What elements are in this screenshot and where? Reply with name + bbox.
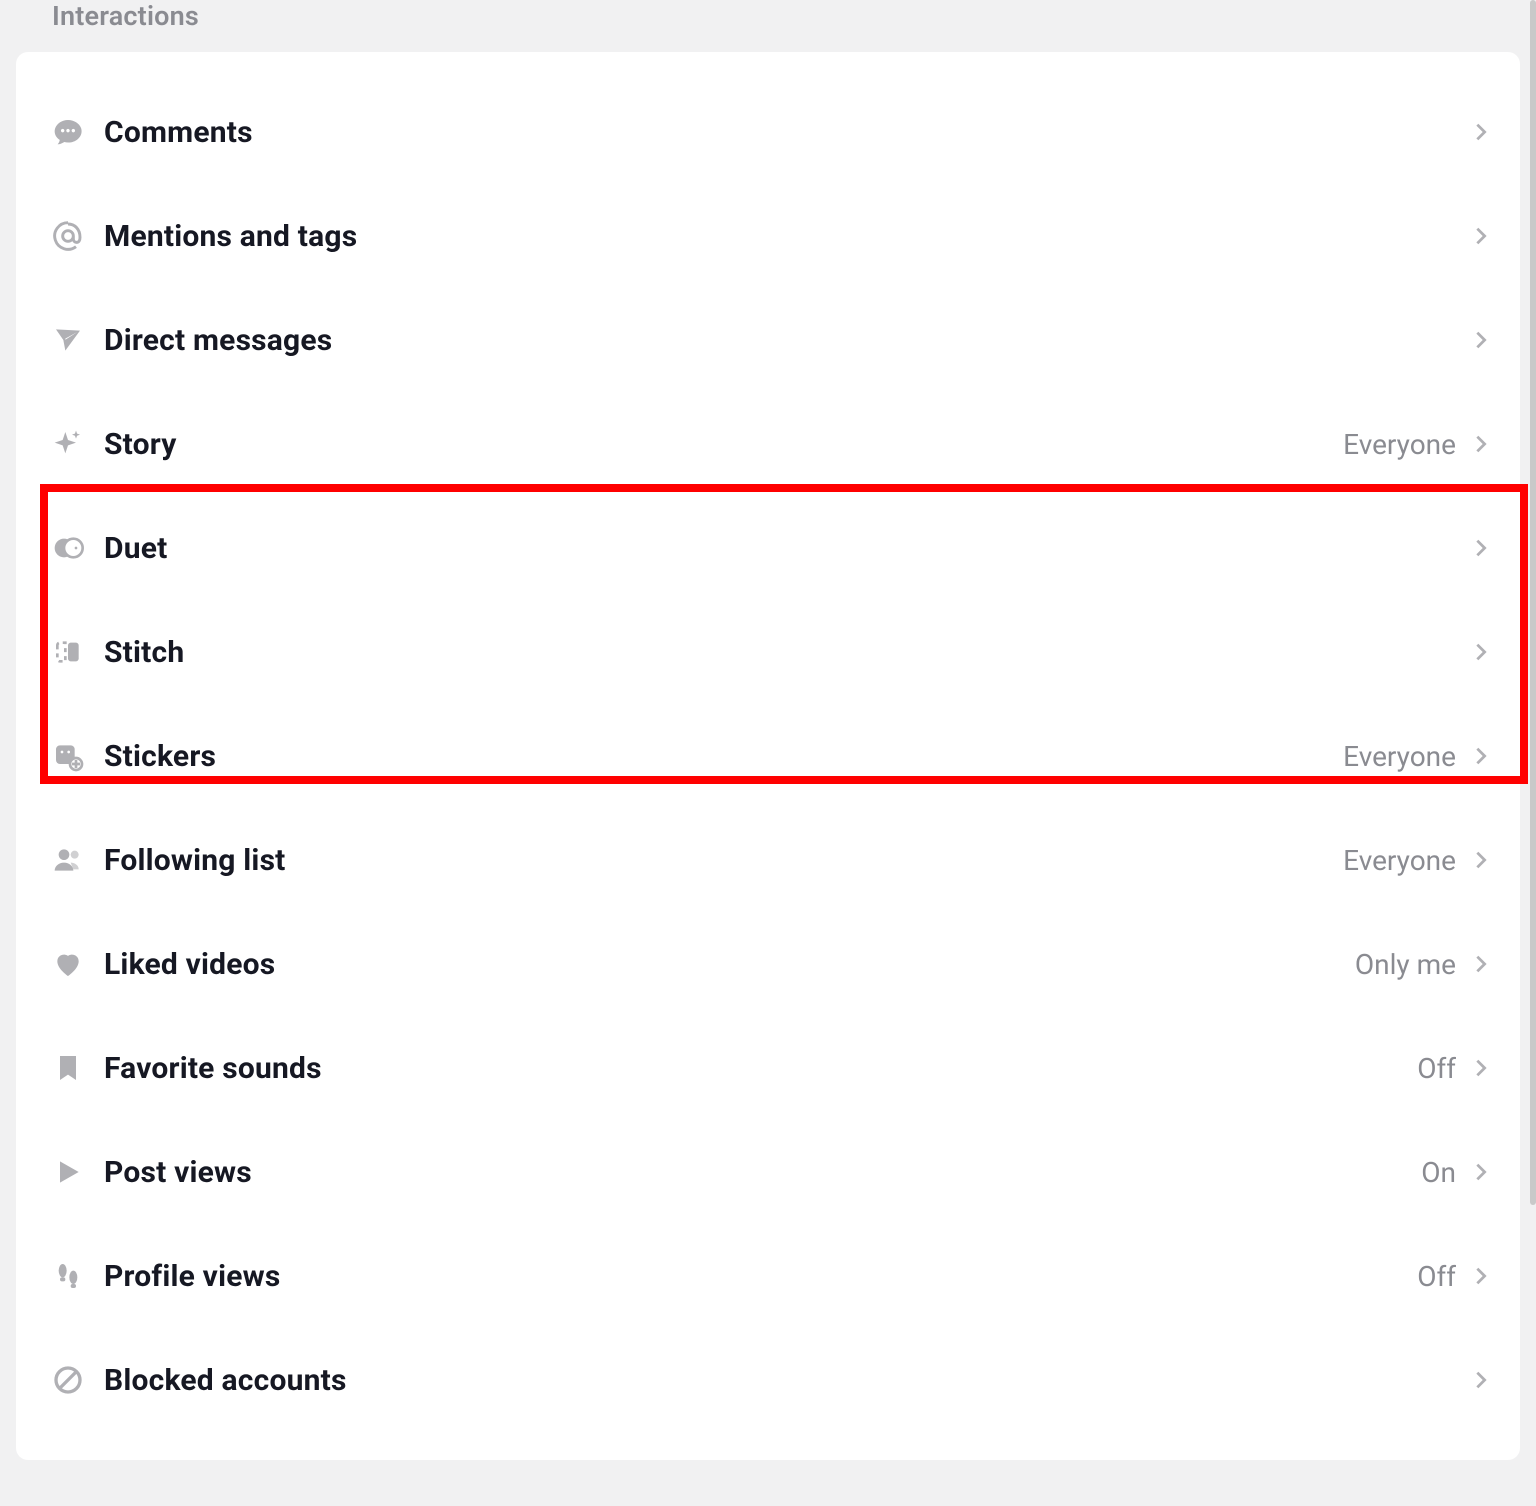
row-story[interactable]: Story Everyone — [16, 392, 1520, 496]
row-duet[interactable]: Duet — [16, 496, 1520, 600]
chevron-right-icon — [1470, 1265, 1492, 1287]
row-value: Everyone — [1343, 844, 1456, 877]
row-blocked-accounts[interactable]: Blocked accounts — [16, 1328, 1520, 1432]
row-direct-messages[interactable]: Direct messages — [16, 288, 1520, 392]
row-value: Off — [1417, 1052, 1456, 1085]
row-label: Mentions and tags — [104, 219, 1456, 254]
settings-panel: Comments Mentions and tags Direct messag… — [16, 52, 1520, 1460]
row-mentions[interactable]: Mentions and tags — [16, 184, 1520, 288]
chevron-right-icon — [1470, 641, 1492, 663]
row-label: Blocked accounts — [104, 1363, 1456, 1398]
section-header: Interactions — [0, 0, 1536, 52]
row-label: Liked videos — [104, 947, 1355, 982]
chevron-right-icon — [1470, 745, 1492, 767]
row-label: Comments — [104, 115, 1456, 150]
chevron-right-icon — [1470, 1369, 1492, 1391]
row-label: Post views — [104, 1155, 1421, 1190]
row-value: Only me — [1355, 948, 1456, 981]
row-liked-videos[interactable]: Liked videos Only me — [16, 912, 1520, 1016]
chevron-right-icon — [1470, 1057, 1492, 1079]
row-label: Following list — [104, 843, 1343, 878]
scrollbar-thumb[interactable] — [1530, 0, 1536, 1205]
row-post-views[interactable]: Post views On — [16, 1120, 1520, 1224]
row-label: Story — [104, 427, 1343, 462]
row-label: Duet — [104, 531, 1456, 566]
row-comments[interactable]: Comments — [16, 80, 1520, 184]
block-icon — [50, 1362, 86, 1398]
chevron-right-icon — [1470, 537, 1492, 559]
scrollbar[interactable] — [1528, 0, 1536, 1506]
row-value: Everyone — [1343, 740, 1456, 773]
people-icon — [50, 842, 86, 878]
comment-icon — [50, 114, 86, 150]
chevron-right-icon — [1470, 849, 1492, 871]
chevron-right-icon — [1470, 225, 1492, 247]
duet-icon — [50, 530, 86, 566]
play-icon — [50, 1154, 86, 1190]
row-value: Off — [1417, 1260, 1456, 1293]
row-label: Profile views — [104, 1259, 1417, 1294]
chevron-right-icon — [1470, 433, 1492, 455]
chevron-right-icon — [1470, 953, 1492, 975]
paper-plane-icon — [50, 322, 86, 358]
row-stickers[interactable]: Stickers Everyone — [16, 704, 1520, 808]
row-profile-views[interactable]: Profile views Off — [16, 1224, 1520, 1328]
stickers-icon — [50, 738, 86, 774]
chevron-right-icon — [1470, 121, 1492, 143]
footsteps-icon — [50, 1258, 86, 1294]
stitch-icon — [50, 634, 86, 670]
sparkle-icon — [50, 426, 86, 462]
bookmark-icon — [50, 1050, 86, 1086]
row-following-list[interactable]: Following list Everyone — [16, 808, 1520, 912]
row-label: Favorite sounds — [104, 1051, 1417, 1086]
chevron-right-icon — [1470, 1161, 1492, 1183]
at-icon — [50, 218, 86, 254]
row-value: On — [1421, 1156, 1456, 1189]
row-favorite-sounds[interactable]: Favorite sounds Off — [16, 1016, 1520, 1120]
chevron-right-icon — [1470, 329, 1492, 351]
row-label: Direct messages — [104, 323, 1456, 358]
row-value: Everyone — [1343, 428, 1456, 461]
row-label: Stitch — [104, 635, 1456, 670]
row-label: Stickers — [104, 739, 1343, 774]
heart-icon — [50, 946, 86, 982]
row-stitch[interactable]: Stitch — [16, 600, 1520, 704]
